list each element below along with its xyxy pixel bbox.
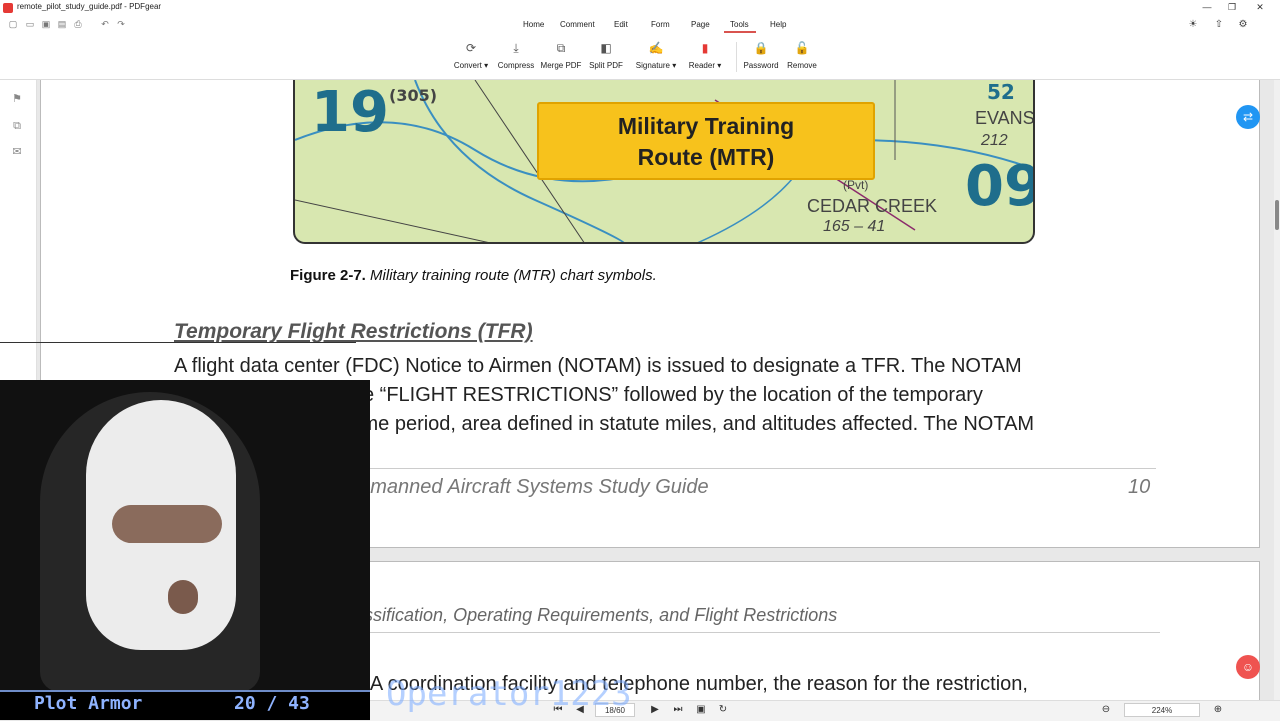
share-icon[interactable]: ⇧: [1213, 19, 1225, 31]
split-icon: ◧: [600, 41, 612, 55]
compress-icon: ⤓: [513, 41, 519, 55]
save-as-icon[interactable]: ▤: [57, 19, 67, 29]
close-button[interactable]: ✕: [1250, 1, 1270, 14]
reader-icon: ▮: [701, 41, 709, 55]
theme-icon[interactable]: ☀: [1187, 19, 1199, 31]
header-divider: [262, 632, 1160, 633]
sectional-number-right: 09: [965, 154, 1033, 219]
remove-label: Remove: [787, 61, 817, 70]
webcam-person-mouth: [168, 580, 198, 614]
tab-tools[interactable]: Tools: [730, 20, 749, 29]
tab-comment[interactable]: Comment: [560, 20, 595, 29]
convert-icon: ⟳: [465, 41, 477, 55]
vertical-scrollbar[interactable]: [1274, 80, 1280, 700]
tab-form[interactable]: Form: [651, 20, 670, 29]
pdfgear-logo-icon: [3, 3, 13, 13]
open-folder-icon[interactable]: ▭: [25, 19, 35, 29]
airport-name: CEDAR CREEK: [807, 196, 938, 216]
zoom-in-icon[interactable]: ⊕: [1211, 703, 1225, 717]
webcam-person-eyes: [112, 505, 222, 543]
next-page-icon[interactable]: ▶: [648, 703, 662, 717]
print-icon[interactable]: ⎙: [73, 19, 83, 29]
sectional-label-top: 52: [987, 80, 1015, 104]
frequency-label: 212: [981, 132, 1008, 149]
figure-label: Figure 2-7.: [290, 267, 366, 284]
scrollbar-thumb[interactable]: [1275, 200, 1279, 230]
private-airport-label: (Pvt): [843, 178, 869, 192]
mtr-callout: Military Training Route (MTR): [537, 102, 875, 180]
title-bar: [0, 0, 1280, 16]
tab-help[interactable]: Help: [770, 20, 786, 29]
window-title: remote_pilot_study_guide.pdf - PDFgear: [17, 2, 162, 11]
callout-line-2: Route (MTR): [637, 144, 775, 170]
redo-icon[interactable]: ↷: [116, 19, 126, 29]
translate-icon[interactable]: ⇄: [1236, 105, 1260, 129]
ai-assistant-icon[interactable]: ☺: [1236, 655, 1260, 679]
undo-icon[interactable]: ↶: [100, 19, 110, 29]
sectional-number: 19: [311, 80, 389, 145]
figure-text: Military training route (MTR) chart symb…: [370, 267, 657, 284]
rotate-icon[interactable]: ↻: [716, 703, 730, 717]
figure-caption: Figure 2-7. Military training route (MTR…: [290, 267, 657, 284]
last-page-icon[interactable]: ⏭: [671, 703, 685, 717]
footer-page-number: 10: [1128, 476, 1151, 498]
bookmark-icon[interactable]: ⚑: [10, 92, 24, 106]
streamer-watermark: Operator1223: [386, 674, 632, 714]
reader-label: Reader ▾: [688, 61, 722, 70]
callout-line-1: Military Training: [617, 113, 795, 139]
tab-edit[interactable]: Edit: [614, 20, 628, 29]
signature-icon: ✍: [648, 41, 664, 55]
save-icon[interactable]: ▣: [41, 19, 51, 29]
section-heading: Temporary Flight Restrictions (TFR): [174, 320, 533, 343]
remove-button[interactable]: 🔓 Remove: [772, 40, 832, 70]
lock-icon: 🔒: [753, 41, 769, 55]
horizontal-guide-line: [0, 342, 356, 343]
fit-page-icon[interactable]: ▣: [694, 703, 708, 717]
paragraph-line-1: A flight data center (FDC) Notice to Air…: [174, 355, 1022, 377]
tab-page[interactable]: Page: [691, 20, 710, 29]
sectional-label: (305): [389, 86, 438, 105]
minimize-button[interactable]: —: [1197, 1, 1217, 14]
tab-home[interactable]: Home: [523, 20, 544, 29]
zoom-out-icon[interactable]: ⊖: [1099, 703, 1113, 717]
thumbnails-icon[interactable]: ⧉: [10, 119, 24, 133]
town-label: EVANS: [975, 108, 1035, 128]
stream-title: Plot Armor: [34, 693, 143, 714]
maximize-button[interactable]: ❐: [1222, 1, 1242, 14]
new-file-icon[interactable]: ▢: [8, 19, 18, 29]
zoom-level-field[interactable]: 224%: [1124, 703, 1200, 717]
stream-counter: 20 / 43: [234, 693, 310, 714]
settings-icon[interactable]: ⚙: [1237, 19, 1249, 31]
airport-frequency: 165 – 41: [823, 218, 886, 235]
merge-icon: ⧉: [556, 41, 566, 55]
reader-button[interactable]: ▮ Reader ▾: [675, 40, 735, 70]
unlock-icon: 🔓: [794, 41, 810, 55]
comments-icon[interactable]: ✉: [10, 145, 24, 159]
active-tab-indicator: [724, 31, 756, 33]
